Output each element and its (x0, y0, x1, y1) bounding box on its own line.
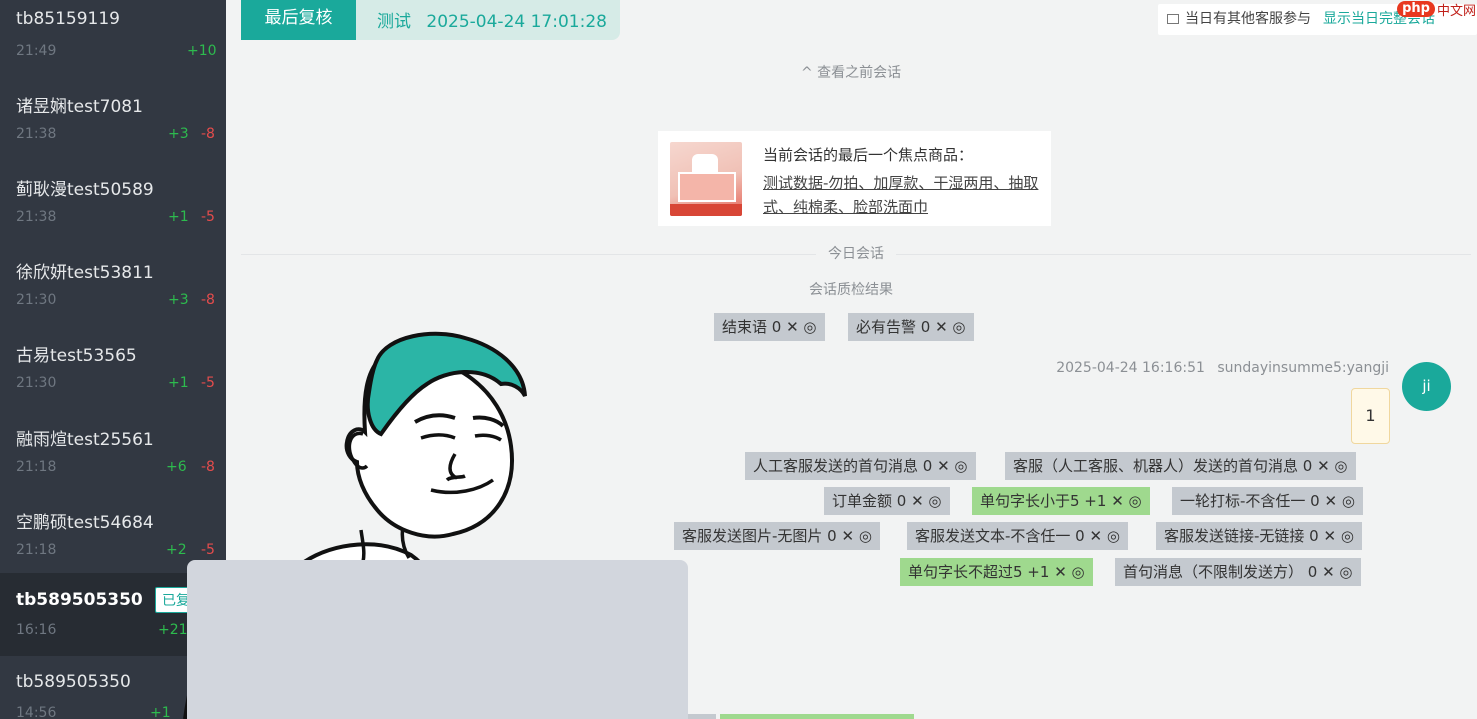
qc-tag[interactable]: 一轮打标-不含任一 0 ✕ ◎ (1172, 487, 1363, 515)
message-bubble: 1 (1351, 388, 1390, 444)
conversation-time: 21:18 (16, 542, 57, 558)
message-sender: sundayinsumme5:yangji (1217, 360, 1389, 376)
qc-tag[interactable]: 首句消息（不限制发送方） 0 ✕ ◎ (1115, 558, 1361, 586)
qc-tag-partial (686, 714, 716, 719)
conversation-name: tb589505350 (16, 590, 143, 610)
score-positive: +10 (187, 43, 217, 59)
qc-tag-hit[interactable]: 单句字长小于5 +1 ✕ ◎ (972, 487, 1150, 515)
conversation-name: 融雨煊test25561 (16, 430, 154, 450)
focus-product-card: 当前会话的最后一个焦点商品： 测试数据-勿拍、加厚款、干湿两用、抽取式、纯棉柔、… (658, 131, 1051, 226)
conversation-time: 14:56 (16, 705, 57, 719)
qc-tag-hit[interactable]: 单句字长不超过5 +1 ✕ ◎ (900, 558, 1093, 586)
php-logo: php (1397, 1, 1435, 17)
qc-tag-closing[interactable]: 结束语 0 ✕ ◎ (714, 313, 825, 341)
laptop-illustration (187, 560, 688, 719)
qc-tag[interactable]: 人工客服发送的首句消息 0 ✕ ◎ (745, 452, 976, 480)
conversation-time: 21:38 (16, 126, 57, 142)
conversation-time: 21:30 (16, 292, 57, 308)
product-card-title: 当前会话的最后一个焦点商品： (763, 146, 974, 164)
tab-final-review[interactable]: 最后复核 (241, 0, 356, 40)
score-positive: +3 (168, 292, 189, 308)
score-positive: +1 (168, 209, 189, 225)
score-negative: -5 (201, 209, 215, 225)
score-negative: -8 (201, 292, 215, 308)
agent-avatar: ji (1402, 362, 1451, 411)
tab-session-info[interactable]: 测试 2025-04-24 17:01:28 (377, 7, 607, 32)
product-thumbnail[interactable] (670, 142, 742, 216)
quality-check-label: 会话质检结果 (809, 282, 893, 298)
conversation-time: 21:49 (16, 43, 57, 59)
review-tab-bar: 最后复核 测试 2025-04-24 17:01:28 (241, 0, 620, 40)
window-icon (1167, 14, 1179, 24)
tab-datetime: 2025-04-24 17:01:28 (426, 12, 607, 32)
qc-tag[interactable]: 客服发送图片-无图片 0 ✕ ◎ (674, 522, 880, 550)
conversation-item[interactable]: 蓟耿漫test50589 21:38 +1 -5 (0, 163, 226, 246)
conversation-item[interactable]: 诸昱娴test7081 21:38 +3 -8 (0, 80, 226, 163)
conversation-name: 古易test53565 (16, 346, 137, 366)
message-meta: 2025-04-24 16:16:51 sundayinsumme5:yangj… (1056, 360, 1389, 376)
conversation-name: tb85159119 (16, 9, 120, 29)
today-session-label: 今日会话 (816, 243, 896, 263)
score-negative: -8 (201, 126, 215, 142)
watermark-text: 中文网 (1436, 4, 1476, 19)
view-previous-sessions-link[interactable]: ^ 查看之前会话 (801, 62, 901, 82)
qc-tag[interactable]: 客服发送链接-无链接 0 ✕ ◎ (1156, 522, 1362, 550)
qc-tag-warning[interactable]: 必有告警 0 ✕ ◎ (848, 313, 974, 341)
other-agents-label: 当日有其他客服参与 (1185, 11, 1311, 27)
message-timestamp: 2025-04-24 16:16:51 (1056, 360, 1205, 376)
conversation-name: 蓟耿漫test50589 (16, 180, 154, 200)
conversation-name: tb589505350 (16, 672, 131, 692)
conversation-name: 徐欣妍test53811 (16, 263, 154, 283)
conversation-name: 诸昱娴test7081 (16, 97, 143, 117)
conversation-time: 16:16 (16, 622, 57, 638)
qc-tag-partial (720, 714, 914, 719)
conversation-time: 21:18 (16, 459, 57, 475)
conversation-time: 21:38 (16, 209, 57, 225)
qc-tag[interactable]: 客服发送文本-不含任一 0 ✕ ◎ (907, 522, 1128, 550)
conversation-name: 空鹏硕test54684 (16, 513, 154, 533)
qc-tag[interactable]: 客服（人工客服、机器人）发送的首句消息 0 ✕ ◎ (1005, 452, 1356, 480)
product-name-link[interactable]: 测试数据-勿拍、加厚款、干湿两用、抽取式、纯棉柔、脸部洗面巾 (763, 171, 1041, 219)
conversation-item[interactable]: tb85159119 21:49 +10 (0, 0, 226, 80)
tab-user: 测试 (377, 12, 411, 32)
score-positive: +3 (168, 126, 189, 142)
conversation-item[interactable]: 徐欣妍test53811 21:30 +3 -8 (0, 246, 226, 329)
qc-tag[interactable]: 订单金额 0 ✕ ◎ (824, 487, 950, 515)
conversation-time: 21:30 (16, 375, 57, 391)
